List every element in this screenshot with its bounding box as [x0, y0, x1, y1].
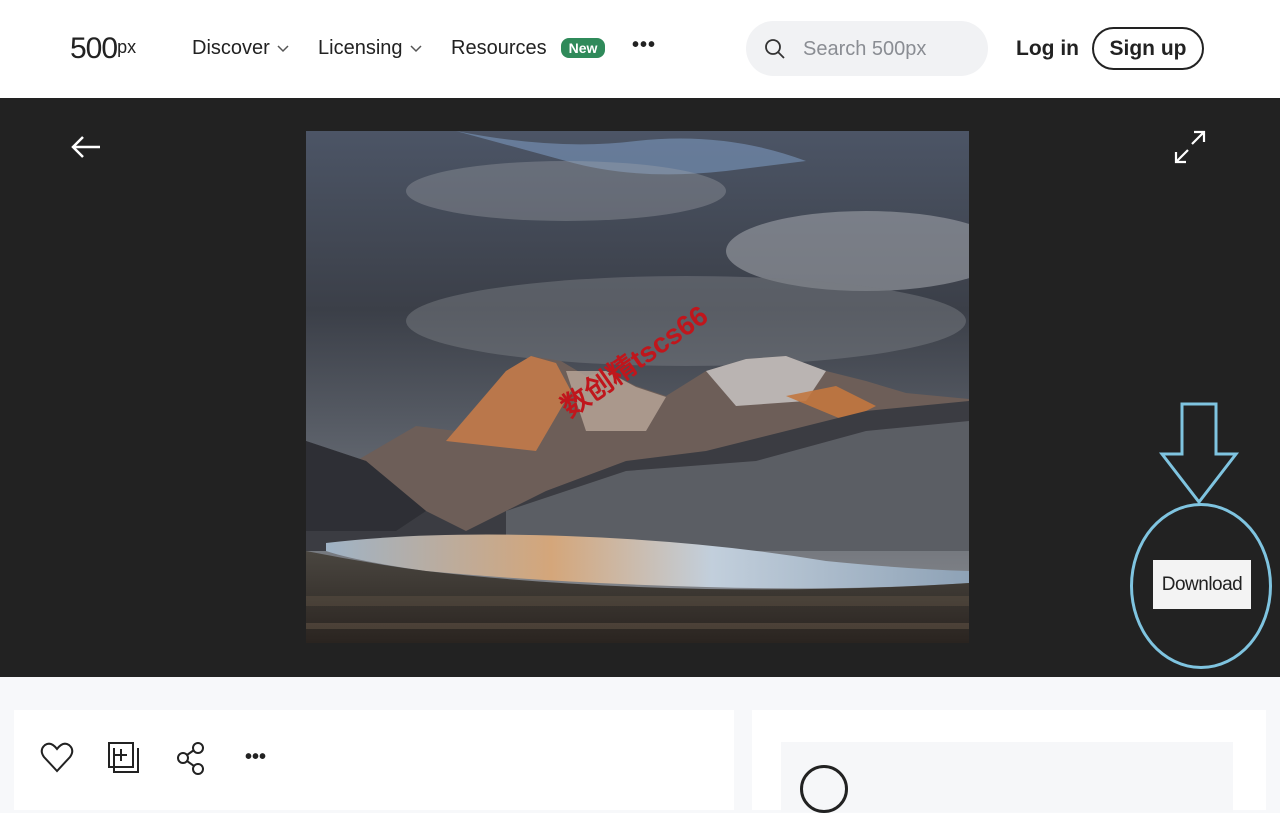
logo-suffix: px — [117, 37, 137, 57]
search-icon — [765, 39, 785, 59]
nav-licensing[interactable]: Licensing — [318, 36, 423, 60]
down-arrow-annotation-icon — [1158, 402, 1240, 505]
search-bar[interactable] — [746, 21, 988, 76]
new-badge: New — [560, 38, 606, 58]
log-in-link[interactable]: Log in — [1016, 36, 1079, 62]
avatar-icon[interactable] — [800, 765, 848, 813]
chevron-down-icon — [409, 45, 422, 53]
chevron-down-icon — [277, 45, 289, 53]
sign-up-button[interactable]: Sign up — [1092, 27, 1204, 70]
nav-resources-label: Resources — [451, 37, 547, 59]
share-icon[interactable] — [174, 740, 208, 776]
nav-resources[interactable]: Resources New — [451, 36, 606, 60]
main-photo[interactable] — [306, 131, 969, 643]
heart-icon[interactable] — [40, 740, 74, 776]
logo-text: 500 — [70, 32, 118, 65]
nav-discover[interactable]: Discover — [192, 36, 290, 60]
add-to-gallery-icon[interactable] — [106, 740, 140, 776]
nav-licensing-label: Licensing — [318, 37, 403, 59]
photographer-info-panel — [781, 742, 1233, 812]
expand-icon[interactable] — [1174, 130, 1206, 164]
more-actions-button[interactable]: ••• — [245, 746, 266, 769]
more-menu-button[interactable]: ••• — [632, 34, 656, 57]
500px-logo[interactable]: 500px — [70, 32, 136, 66]
search-input[interactable] — [803, 36, 973, 62]
download-button[interactable]: Download — [1153, 560, 1251, 609]
photo-viewer: 数创精tscs66 Download — [0, 98, 1280, 677]
nav-discover-label: Discover — [192, 37, 270, 59]
mountain-landscape-image — [306, 131, 969, 643]
top-navigation-bar: 500px Discover Licensing Resources New •… — [0, 0, 1280, 98]
back-arrow-icon[interactable] — [70, 134, 102, 160]
